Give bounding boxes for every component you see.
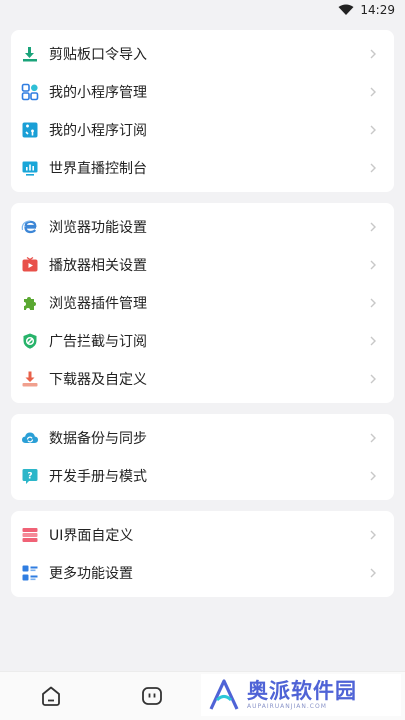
clipboard-import-icon — [21, 45, 39, 63]
card-import-mini-programs: 剪贴板口令导入 我的小程序管理 我的小程序订阅 世界直播控制台 — [11, 30, 394, 192]
chevron-right-icon — [370, 125, 376, 135]
menu-item-label: UI界面自定义 — [49, 528, 134, 544]
chevron-right-icon — [370, 530, 376, 540]
chevron-right-icon — [370, 433, 376, 443]
puzzle-plugin-icon — [21, 294, 39, 312]
card-data-dev: 数据备份与同步 ? 开发手册与模式 — [11, 414, 394, 500]
menu-item-label: 浏览器功能设置 — [49, 220, 147, 236]
chevron-right-icon — [370, 298, 376, 308]
card-ui-more: UI界面自定义 更多功能设置 — [11, 511, 394, 597]
menu-item-ad-block[interactable]: 广告拦截与订阅 — [11, 322, 394, 360]
chevron-right-icon — [370, 163, 376, 173]
ui-layers-icon — [21, 526, 39, 544]
chat-bubble-icon[interactable] — [139, 683, 165, 709]
menu-item-label: 开发手册与模式 — [49, 469, 147, 485]
menu-item-label: 数据备份与同步 — [49, 431, 147, 447]
chevron-right-icon — [370, 260, 376, 270]
status-time: 14:29 — [360, 3, 395, 17]
chevron-right-icon — [370, 471, 376, 481]
menu-item-label: 我的小程序管理 — [49, 85, 147, 101]
menu-item-dev-manual[interactable]: ? 开发手册与模式 — [11, 457, 394, 495]
watermark-title: 奥派软件园 — [247, 679, 357, 703]
chevron-right-icon — [370, 336, 376, 346]
wifi-icon — [338, 4, 354, 15]
watermark-logo: 奥派软件园 AUPAIRUANJIAN.COM — [201, 674, 401, 716]
cloud-sync-icon — [21, 429, 39, 447]
home-icon[interactable] — [38, 683, 64, 709]
menu-item-label: 更多功能设置 — [49, 566, 133, 582]
chevron-right-icon — [370, 374, 376, 384]
download-icon — [21, 370, 39, 388]
logo-a-icon — [209, 679, 239, 710]
video-player-icon — [21, 256, 39, 274]
shield-block-icon — [21, 332, 39, 350]
status-bar: 14:29 — [0, 0, 405, 24]
menu-item-label: 浏览器插件管理 — [49, 296, 147, 312]
menu-item-label: 广告拦截与订阅 — [49, 334, 147, 350]
menu-item-ui-customize[interactable]: UI界面自定义 — [11, 516, 394, 554]
help-question-icon: ? — [21, 467, 39, 485]
more-settings-icon — [21, 564, 39, 582]
menu-item-player-settings[interactable]: 播放器相关设置 — [11, 246, 394, 284]
menu-item-label: 剪贴板口令导入 — [49, 47, 147, 63]
svg-text:?: ? — [27, 472, 32, 482]
menu-item-more-settings[interactable]: 更多功能设置 — [11, 554, 394, 592]
menu-item-mini-program-manage[interactable]: 我的小程序管理 — [11, 73, 394, 111]
grid-apps-icon — [21, 83, 39, 101]
watermark-subtitle: AUPAIRUANJIAN.COM — [247, 703, 327, 710]
menu-item-label: 世界直播控制台 — [49, 161, 147, 177]
menu-item-downloader[interactable]: 下载器及自定义 — [11, 360, 394, 398]
chevron-right-icon — [370, 49, 376, 59]
chevron-right-icon — [370, 87, 376, 97]
menu-item-backup-sync[interactable]: 数据备份与同步 — [11, 419, 394, 457]
chevron-right-icon — [370, 222, 376, 232]
subscription-icon — [21, 121, 39, 139]
menu-item-label: 下载器及自定义 — [49, 372, 147, 388]
menu-item-mini-program-subscribe[interactable]: 我的小程序订阅 — [11, 111, 394, 149]
card-browser-settings: 浏览器功能设置 播放器相关设置 浏览器插件管理 广告拦截与订阅 下载器及自定义 — [11, 203, 394, 403]
menu-item-browser-settings[interactable]: 浏览器功能设置 — [11, 208, 394, 246]
chevron-right-icon — [370, 568, 376, 578]
menu-item-live-console[interactable]: 世界直播控制台 — [11, 149, 394, 187]
monitor-chart-icon — [21, 159, 39, 177]
browser-e-icon — [21, 218, 39, 236]
menu-item-plugin-manage[interactable]: 浏览器插件管理 — [11, 284, 394, 322]
menu-item-clipboard-import[interactable]: 剪贴板口令导入 — [11, 35, 394, 73]
menu-item-label: 我的小程序订阅 — [49, 123, 147, 139]
menu-item-label: 播放器相关设置 — [49, 258, 147, 274]
